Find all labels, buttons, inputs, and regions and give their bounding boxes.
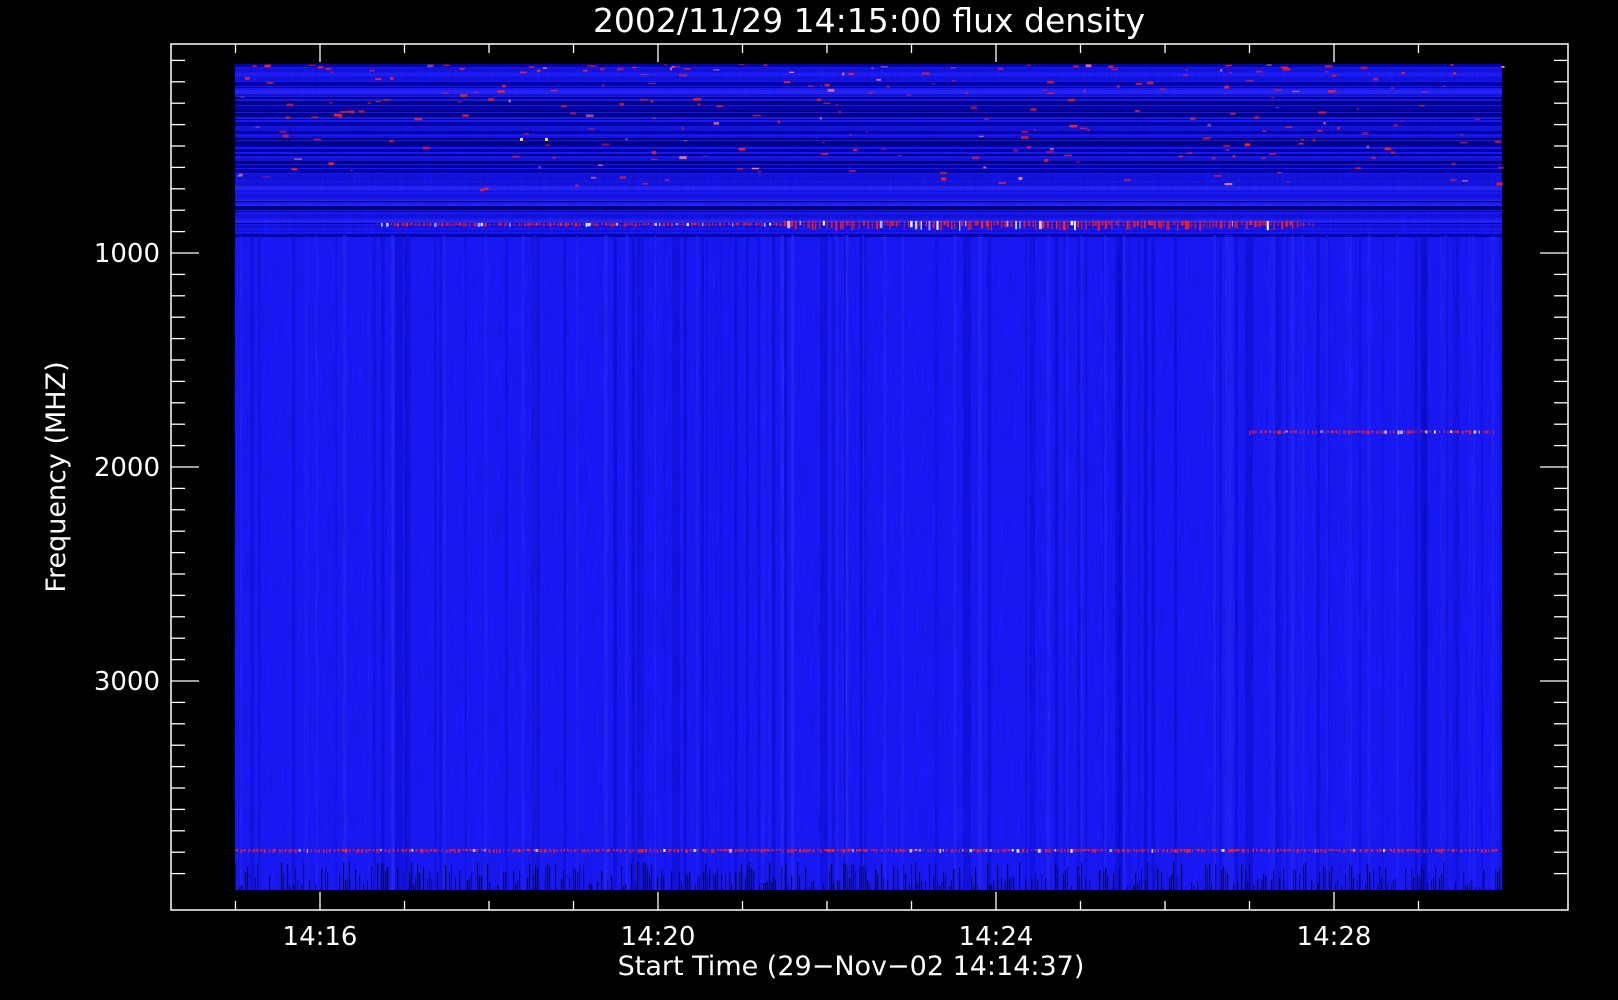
y-tick-label: 3000 (94, 667, 160, 697)
y-tick-label: 2000 (94, 453, 160, 483)
chart-title: 2002/11/29 14:15:00 flux density (593, 1, 1145, 40)
x-axis-label: Start Time (29−Nov−02 14:14:37) (618, 951, 1085, 982)
x-tick-label: 14:24 (959, 922, 1034, 952)
spectrogram-chart: 14:16 14:20 14:24 14:28 1000 2000 3000 2002/1… (0, 0, 1618, 1000)
y-tick-label: 1000 (94, 239, 160, 269)
x-tick-label: 14:16 (283, 922, 358, 952)
x-tick-label: 14:28 (1297, 922, 1372, 952)
x-tick-label: 14:20 (621, 922, 696, 952)
texture-overlay (235, 64, 1502, 890)
y-axis-label: Frequency (MHZ) (41, 361, 72, 592)
spectrogram-image (235, 64, 1505, 890)
